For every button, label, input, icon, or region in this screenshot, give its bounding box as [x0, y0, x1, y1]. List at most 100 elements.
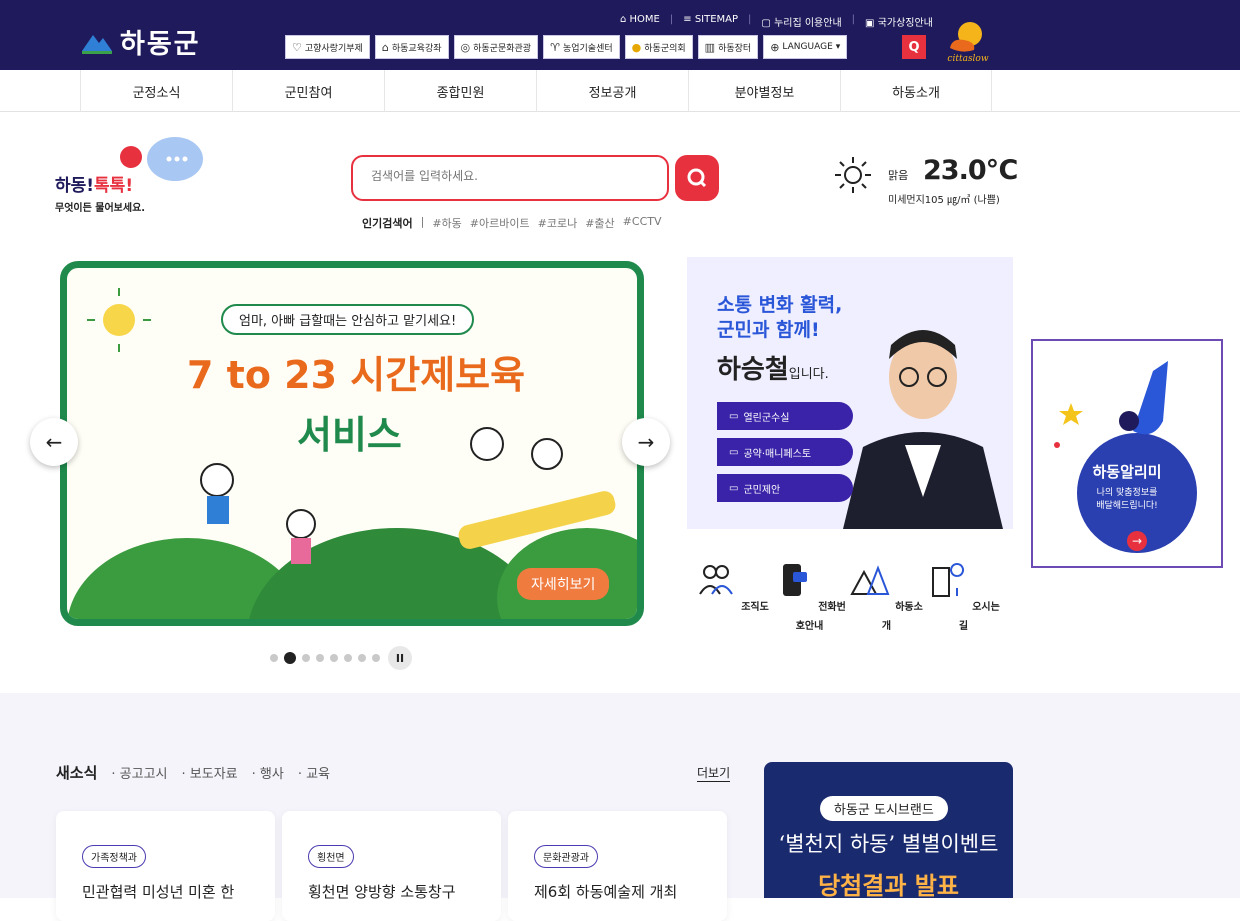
shortcut-directions[interactable]: 오시는길 — [925, 560, 1002, 633]
citizen-proposal-button[interactable]: ▭ 군민제안 — [717, 474, 853, 502]
nav-item-civil-service[interactable]: 종합민원 — [384, 70, 536, 112]
news-more-link[interactable]: 더보기 — [697, 764, 731, 782]
site-guide-link[interactable]: ▢ 누리집 이용안내 — [761, 14, 841, 29]
shortcut-about-hadong[interactable]: 하동소개 — [848, 560, 925, 633]
logo-mountain-icon — [82, 34, 112, 54]
keyword-link[interactable]: #출산 — [585, 215, 614, 231]
building-icon: ⌂ — [381, 40, 389, 54]
nav-item-county-news[interactable]: 군정소식 — [80, 70, 232, 112]
weather-condition: 맑음 — [888, 169, 909, 182]
monitor-icon: ▭ — [729, 482, 739, 494]
search-icon: Q — [908, 39, 920, 55]
quick-link-culture-tour[interactable]: ◎ 하동군문화관광 — [453, 35, 539, 59]
slider-dot[interactable] — [284, 652, 296, 664]
slider-dot[interactable] — [372, 654, 380, 662]
tab-notice[interactable]: · 공고고시 — [111, 763, 167, 782]
arrow-right-icon: → — [637, 430, 655, 454]
hadong-alarm-banner[interactable]: → 하동알리미 나의 맞춤정보를 배달해드립니다! — [1031, 339, 1223, 568]
utility-links: ⌂ HOME | ≡ SITEMAP | ▢ 누리집 이용안내 | ▣ 국가상징안내 — [620, 14, 933, 29]
slider-pause-button[interactable]: II — [388, 646, 412, 670]
quick-link-education[interactable]: ⌂ 하동교육강좌 — [374, 35, 449, 59]
nav-item-field-info[interactable]: 분야별정보 — [688, 70, 840, 112]
national-symbol-link[interactable]: ▣ 국가상징안내 — [865, 14, 933, 29]
banner-subtitle: 엄마, 아빠 급할때는 안심하고 맡기세요! — [221, 304, 475, 335]
nav-item-participation[interactable]: 군민참여 — [232, 70, 384, 112]
mayor-slogan: 소통 변화 활력, 군민과 함께! — [717, 294, 843, 341]
slider-dot[interactable] — [270, 654, 278, 662]
slider-next-button[interactable]: → — [622, 418, 670, 466]
caret-down-icon: ▾ — [835, 42, 841, 52]
shortcut-phone-directory[interactable]: 전화번호안내 — [771, 560, 848, 633]
banner-title: 7 to 23 시간제보육 — [187, 353, 526, 397]
shortcut-icons: 조직도 전화번호안내 하동소개 오시는길 — [694, 560, 1002, 633]
keyword-link[interactable]: #CCTV — [623, 215, 662, 231]
search-input[interactable] — [371, 169, 651, 183]
weather-temperature: 23.0℃ — [923, 155, 1018, 186]
main-search-box — [351, 155, 669, 201]
top-bar: 하동군 ⌂ HOME | ≡ SITEMAP | ▢ 누리집 이용안내 | ▣ 국가상… — [0, 0, 1240, 70]
main-nav: 군정소식 군민참여 종합민원 정보공개 분야별정보 하동소개 — [0, 70, 1240, 112]
language-select[interactable]: ⊕ LANGUAGE ▾ — [763, 35, 848, 59]
alarm-title: 하동알리미 — [1092, 463, 1162, 481]
council-icon: ● — [631, 40, 642, 54]
quick-link-market[interactable]: ▥ 하동장터 — [697, 35, 759, 59]
slider-dot[interactable] — [344, 654, 352, 662]
tab-press[interactable]: · 보도자료 — [182, 763, 238, 782]
chatbot-tagline: 무엇이든 물어보세요. — [55, 203, 146, 214]
brand-banner-line1: ‘별천지 하동’ 별별이벤트 — [778, 832, 999, 856]
banner-more-button[interactable]: 자세히보기 — [517, 568, 610, 600]
slider-prev-button[interactable]: ← — [30, 418, 78, 466]
people-icon — [699, 565, 733, 595]
quick-link-agri-center[interactable]: ♈ 농업기술센터 — [543, 35, 620, 59]
market-icon: ▥ — [704, 40, 716, 54]
cittaslow-logo[interactable]: cittaslow — [942, 14, 994, 64]
tab-new-news[interactable]: 새소식 — [56, 762, 97, 783]
slider-pagination: II — [270, 646, 412, 670]
news-card-title: 민관협력 미성년 미혼 한 — [82, 883, 235, 901]
slider-dot[interactable] — [330, 654, 338, 662]
sitemap-link[interactable]: ≡ SITEMAP — [683, 14, 738, 29]
building-pin-icon — [932, 563, 965, 597]
news-tabs: 새소식 · 공고고시 · 보도자료 · 행사 · 교육 — [56, 762, 330, 783]
brand-banner-tag: 하동군 도시브랜드 — [820, 796, 948, 821]
chatbot-banner[interactable]: 하동!톡톡! 무엇이든 물어보세요. — [55, 135, 205, 215]
city-brand-banner[interactable]: 하동군 도시브랜드 ‘별천지 하동’ 별별이벤트 당첨결과 발표 — [764, 762, 1013, 898]
svg-text:→: → — [1132, 534, 1142, 548]
shortcut-org-chart[interactable]: 조직도 — [694, 560, 771, 633]
globe-icon: ⊕ — [770, 40, 780, 54]
slider-dot[interactable] — [316, 654, 324, 662]
header-search-button[interactable]: Q — [902, 35, 926, 59]
fine-dust-status: 미세먼지105 ㎍/㎥ (나쁨) — [888, 195, 1000, 206]
tab-education[interactable]: · 교육 — [298, 763, 330, 782]
news-card-title: 횡천면 양방향 소통창구 — [308, 883, 456, 901]
quick-link-hometown-donation[interactable]: ♡ 고향사랑기부제 — [285, 35, 370, 59]
main-banner-slider[interactable]: 엄마, 아빠 급할때는 안심하고 맡기세요! 7 to 23 시간제보육 서비스… — [60, 261, 644, 626]
manifesto-button[interactable]: ▭ 공약·매니페스토 — [717, 438, 853, 466]
phone-icon — [783, 564, 808, 596]
brand-banner-line2: 당첨결과 발표 — [818, 872, 959, 898]
slider-dot[interactable] — [358, 654, 366, 662]
mountain-tree-icon — [850, 565, 890, 595]
keyword-link[interactable]: #코로나 — [538, 215, 578, 231]
nav-item-info-disclosure[interactable]: 정보공개 — [536, 70, 688, 112]
news-card[interactable]: 가족정책과 민관협력 미성년 미혼 한 — [56, 811, 275, 921]
home-link[interactable]: ⌂ HOME — [620, 14, 660, 29]
quick-link-council[interactable]: ● 하동군의회 — [624, 35, 693, 59]
site-logo[interactable]: 하동군 — [80, 22, 201, 61]
svg-text:cittaslow: cittaslow — [947, 54, 988, 64]
tab-events[interactable]: · 행사 — [252, 763, 284, 782]
document-icon: ▭ — [729, 446, 739, 458]
news-card[interactable]: 문화관광과 제6회 하동예술제 개최 — [508, 811, 727, 921]
open-mayor-office-button[interactable]: ▭ 열린군수실 — [717, 402, 853, 430]
main-search-button[interactable] — [675, 155, 719, 201]
quick-links: ♡ 고향사랑기부제 ⌂ 하동교육강좌 ◎ 하동군문화관광 ♈ 농업기술센터 ● 하동군의회… — [285, 35, 848, 59]
alarm-illustration: → — [1054, 361, 1197, 553]
slider-dot[interactable] — [302, 654, 310, 662]
mayor-banner[interactable]: 소통 변화 활력, 군민과 함께! 하승철입니다. ▭ 열린군수실 ▭ 공약·매니페스… — [687, 257, 1013, 529]
nav-item-about-hadong[interactable]: 하동소개 — [840, 70, 992, 112]
keyword-link[interactable]: #아르바이트 — [470, 215, 530, 231]
mayor-name: 하승철입니다. — [717, 355, 829, 385]
heart-icon: ♡ — [292, 40, 302, 54]
news-card[interactable]: 횡천면 횡천면 양방향 소통창구 — [282, 811, 501, 921]
keyword-link[interactable]: #하동 — [432, 215, 461, 231]
